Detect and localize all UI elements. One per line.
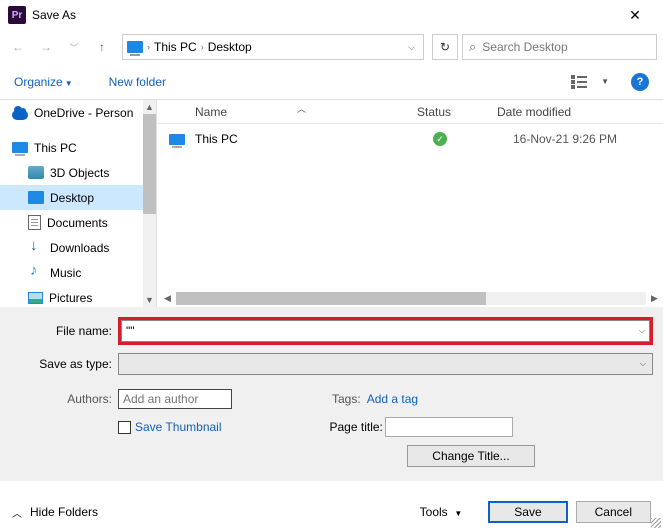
- chevron-right-icon[interactable]: ›: [147, 42, 150, 52]
- filename-value: "": [126, 324, 135, 338]
- organize-button[interactable]: Organize▼: [14, 75, 73, 89]
- item-date: 16-Nov-21 9:26 PM: [513, 132, 617, 146]
- authors-input[interactable]: [118, 389, 232, 409]
- recent-dropdown-icon[interactable]: ﹀: [62, 35, 86, 59]
- authors-label: Authors:: [10, 392, 118, 406]
- col-status[interactable]: Status: [417, 105, 497, 119]
- filename-label: File name:: [10, 324, 118, 338]
- titlebar: Pr Save As ✕: [0, 0, 663, 30]
- tools-button[interactable]: Tools ▼: [420, 505, 463, 519]
- bottom-panel: File name: "" ⌵ Save as type: ⌵ Authors:…: [0, 307, 663, 481]
- toolbar: Organize▼ New folder ▼ ?: [0, 64, 663, 100]
- col-name[interactable]: Name: [157, 105, 417, 119]
- main-area: OneDrive - Person This PC 3D Objects Des…: [0, 100, 663, 307]
- tags-label: Tags:: [332, 392, 367, 406]
- crumb-current[interactable]: Desktop: [208, 40, 252, 54]
- pc-icon: [127, 41, 143, 53]
- tree-scrollbar[interactable]: ▲ ▼: [143, 100, 156, 307]
- footer: ︿ Hide Folders Tools ▼ Save Cancel: [0, 494, 663, 530]
- change-title-button[interactable]: Change Title...: [407, 445, 535, 467]
- download-icon: [28, 241, 44, 254]
- navbar: ← → ﹀ ↑ › This PC › Desktop ⌵ ↻ ⌕ Search…: [0, 30, 663, 64]
- scroll-thumb[interactable]: [143, 114, 156, 214]
- tree-pictures[interactable]: Pictures: [0, 285, 156, 307]
- app-icon: Pr: [8, 6, 26, 24]
- cube-icon: [28, 166, 44, 179]
- item-name: This PC: [195, 132, 433, 146]
- view-icon[interactable]: [565, 71, 593, 93]
- chevron-right-icon[interactable]: ›: [201, 42, 204, 52]
- filename-input[interactable]: "" ⌵: [121, 320, 650, 342]
- col-date[interactable]: Date modified: [497, 105, 663, 119]
- document-icon: [28, 215, 41, 230]
- folder-tree: OneDrive - Person This PC 3D Objects Des…: [0, 100, 157, 307]
- hide-folders-button[interactable]: Hide Folders: [30, 505, 98, 519]
- type-label: Save as type:: [10, 357, 118, 371]
- filename-highlight: "" ⌵: [118, 317, 653, 345]
- sort-asc-icon[interactable]: ︿: [297, 102, 306, 115]
- close-icon[interactable]: ✕: [615, 7, 655, 24]
- tree-downloads[interactable]: Downloads: [0, 235, 156, 260]
- content-hscroll[interactable]: ◀ ▶: [157, 290, 663, 307]
- scroll-up-icon[interactable]: ▲: [145, 100, 154, 114]
- file-list: ︿ Name Status Date modified This PC ✓ 16…: [157, 100, 663, 307]
- address-dropdown-icon[interactable]: ⌵: [404, 42, 419, 53]
- type-dropdown[interactable]: ⌵: [118, 353, 653, 375]
- scroll-left-icon[interactable]: ◀: [159, 293, 176, 304]
- tree-desktop[interactable]: Desktop: [0, 185, 156, 210]
- picture-icon: [28, 292, 43, 304]
- music-icon: [28, 266, 44, 279]
- add-tag-link[interactable]: Add a tag: [367, 392, 418, 406]
- up-icon[interactable]: ↑: [90, 35, 114, 59]
- pc-icon: [169, 134, 185, 145]
- pagetitle-label: Page title:: [330, 420, 383, 434]
- save-thumbnail-label[interactable]: Save Thumbnail: [135, 420, 222, 434]
- hide-folders-icon[interactable]: ︿: [12, 505, 22, 520]
- pc-icon: [12, 142, 28, 153]
- forward-icon: →: [34, 35, 58, 59]
- back-icon[interactable]: ←: [6, 35, 30, 59]
- scroll-down-icon[interactable]: ▼: [145, 293, 154, 307]
- help-icon[interactable]: ?: [631, 73, 649, 91]
- save-thumbnail-checkbox[interactable]: [118, 421, 131, 434]
- search-placeholder: Search Desktop: [482, 40, 567, 54]
- column-headers[interactable]: ︿ Name Status Date modified: [157, 100, 663, 124]
- scroll-right-icon[interactable]: ▶: [646, 293, 663, 304]
- list-item[interactable]: This PC ✓ 16-Nov-21 9:26 PM: [157, 124, 663, 154]
- window-title: Save As: [32, 8, 615, 22]
- tree-music[interactable]: Music: [0, 260, 156, 285]
- search-input[interactable]: ⌕ Search Desktop: [462, 34, 657, 60]
- tree-onedrive[interactable]: OneDrive - Person: [0, 100, 156, 125]
- new-folder-button[interactable]: New folder: [109, 75, 166, 89]
- pagetitle-input[interactable]: [385, 417, 513, 437]
- chevron-down-icon[interactable]: ⌵: [640, 359, 646, 369]
- tree-3dobjects[interactable]: 3D Objects: [0, 160, 156, 185]
- chevron-down-icon[interactable]: ⌵: [639, 326, 645, 336]
- crumb-root[interactable]: This PC: [154, 40, 197, 54]
- resize-grip-icon[interactable]: [651, 518, 661, 528]
- desktop-icon: [28, 191, 44, 204]
- tree-documents[interactable]: Documents: [0, 210, 156, 235]
- save-button[interactable]: Save: [488, 501, 567, 523]
- status-ok-icon: ✓: [433, 132, 447, 146]
- tree-thispc[interactable]: This PC: [0, 135, 156, 160]
- scroll-thumb[interactable]: [176, 292, 486, 305]
- cloud-icon: [12, 110, 28, 120]
- address-bar[interactable]: › This PC › Desktop ⌵: [122, 34, 424, 60]
- search-icon: ⌕: [469, 39, 476, 55]
- cancel-button[interactable]: Cancel: [576, 501, 651, 523]
- refresh-icon[interactable]: ↻: [432, 34, 458, 60]
